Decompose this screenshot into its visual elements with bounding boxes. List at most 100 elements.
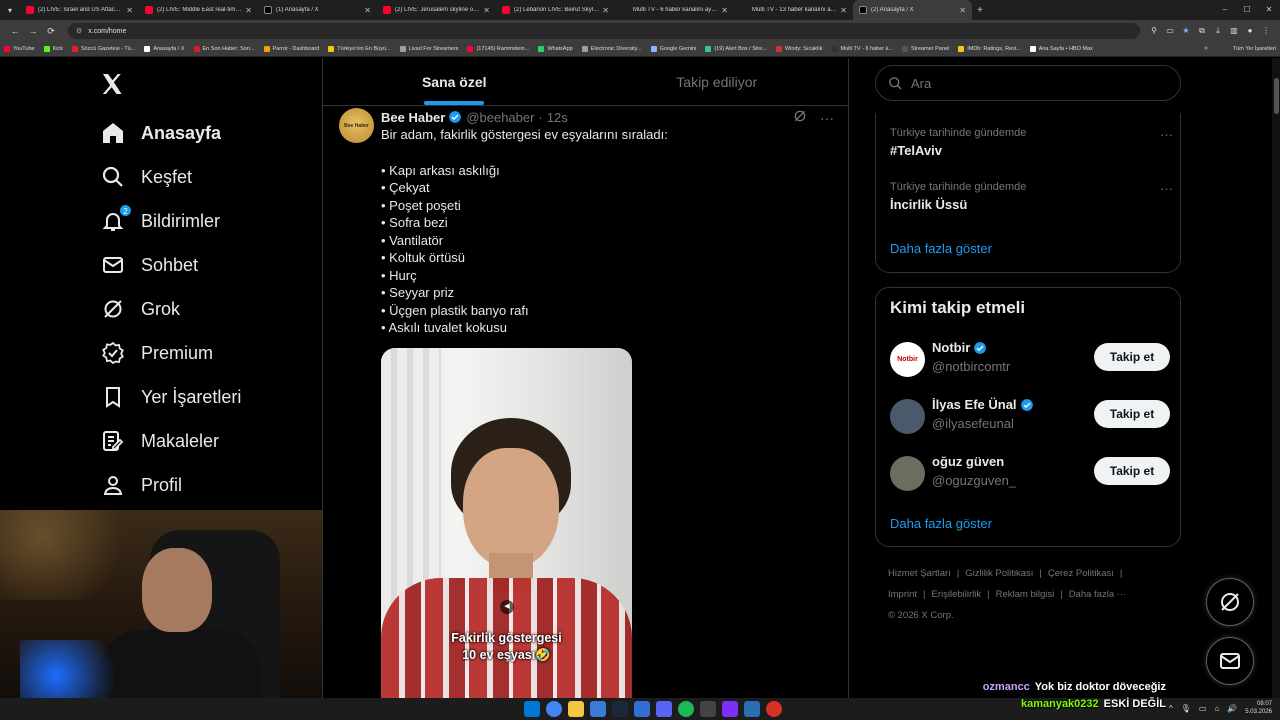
- tab-for-you[interactable]: Sana özel: [323, 58, 586, 105]
- user-name[interactable]: İlyas Efe Ünal: [932, 397, 1017, 412]
- new-tab-button[interactable]: +: [972, 5, 988, 16]
- user-handle[interactable]: @oguzguven_: [932, 473, 1016, 488]
- tweet[interactable]: Bee Haber Bee Haber @beehaber · 12s ··· …: [323, 106, 848, 698]
- tweet-author-name[interactable]: Bee Haber: [381, 110, 445, 125]
- tray-chevron-icon[interactable]: ^: [1169, 704, 1173, 713]
- tab-close-icon[interactable]: ✕: [602, 6, 609, 15]
- profile-avatar-icon[interactable]: ●: [1242, 26, 1258, 36]
- all-bookmarks-link[interactable]: Tüm Yer İşaretleri: [1233, 46, 1276, 52]
- cast-icon[interactable]: ▭: [1162, 26, 1178, 36]
- tab-following[interactable]: Takip ediliyor: [586, 58, 849, 105]
- zoom-icon[interactable]: ⚲: [1146, 26, 1162, 36]
- bookmark-item[interactable]: Electronic Diversity...: [581, 46, 642, 52]
- spotify-icon[interactable]: [678, 701, 694, 717]
- bookmark-item[interactable]: Anasayfa / X: [144, 46, 185, 52]
- app-icon[interactable]: [766, 701, 782, 717]
- who-to-follow-item[interactable]: Notbir Notbir @notbircomtr Takip et: [890, 340, 1170, 380]
- footer-link[interactable]: Hizmet Şartları: [888, 568, 951, 579]
- tab-close-icon[interactable]: ✕: [721, 6, 728, 15]
- menu-icon[interactable]: ⋮: [1258, 26, 1274, 36]
- volume-icon[interactable]: 🔊: [1227, 704, 1237, 713]
- who-to-follow-item[interactable]: oğuz güven @oguzguven_ Takip et: [890, 454, 1170, 494]
- footer-link[interactable]: Çerez Politikası: [1048, 568, 1114, 579]
- display-icon[interactable]: ▭: [1199, 704, 1207, 713]
- avatar[interactable]: Notbir: [890, 342, 925, 377]
- network-icon[interactable]: ⌂: [1214, 704, 1219, 713]
- trend-item[interactable]: Türkiye tarihinde gündemde İncirlik Üssü…: [890, 181, 1173, 212]
- search-input[interactable]: Ara: [875, 65, 1181, 101]
- folder-icon[interactable]: [568, 701, 584, 717]
- discord-icon[interactable]: [656, 701, 672, 717]
- app-icon[interactable]: [722, 701, 738, 717]
- bookmark-item[interactable]: IMDb: Ratings, Revi...: [958, 46, 1021, 52]
- bookmark-item[interactable]: YouTube: [4, 46, 35, 52]
- user-handle[interactable]: @ilyasefeunal: [932, 416, 1014, 431]
- chrome-icon[interactable]: [546, 701, 562, 717]
- follow-button[interactable]: Takip et: [1094, 400, 1170, 428]
- browser-tab[interactable]: Multi TV - 6 haber kanalını ayn... ✕: [615, 0, 734, 20]
- user-handle[interactable]: @notbircomtr: [932, 359, 1010, 374]
- avatar[interactable]: [890, 456, 925, 491]
- forward-icon[interactable]: →: [24, 26, 42, 36]
- browser-tab[interactable]: (2) Lebanon LIVE: Beirut Skylin... ✕: [496, 0, 615, 20]
- browser-tab[interactable]: (2) LIVE: Israel and US Attack Ir... ✕: [20, 0, 139, 20]
- footer-link[interactable]: Imprint: [888, 589, 917, 600]
- avatar[interactable]: [890, 399, 925, 434]
- footer-link[interactable]: Erişilebilirlik: [932, 589, 982, 600]
- browser-tab[interactable]: (1) Anasayfa / X ✕: [258, 0, 377, 20]
- tab-close-icon[interactable]: ✕: [959, 6, 966, 15]
- app-icon[interactable]: [700, 701, 716, 717]
- nav-item-mail[interactable]: Sohbet: [100, 243, 198, 287]
- bookmark-item[interactable]: Streamer Panel: [901, 46, 949, 52]
- tab-close-icon[interactable]: ✕: [840, 6, 847, 15]
- nav-item-search[interactable]: Keşfet: [100, 155, 192, 199]
- nav-item-article[interactable]: Makaleler: [100, 419, 219, 463]
- bookmark-item[interactable]: Livad For Streamers: [399, 46, 458, 52]
- back-icon[interactable]: ←: [6, 26, 24, 36]
- bookmark-item[interactable]: Türkiye'nin En Büyü...: [328, 46, 391, 52]
- browser-tab[interactable]: Multi TV - 13 haber kanalını ayn... ✕: [734, 0, 853, 20]
- bookmark-item[interactable]: Multi TV - 6 haber k...: [831, 46, 893, 52]
- minimize-icon[interactable]: –: [1214, 0, 1236, 20]
- x-logo-icon[interactable]: [100, 72, 126, 98]
- tab-search-icon[interactable]: ▾: [0, 0, 20, 20]
- nav-item-bell[interactable]: 2 Bildirimler: [100, 199, 220, 243]
- show-more-trends-link[interactable]: Daha fazla göster: [890, 241, 992, 256]
- follow-button[interactable]: Takip et: [1094, 343, 1170, 371]
- footer-link[interactable]: Daha fazla ···: [1069, 589, 1127, 600]
- maximize-icon[interactable]: ☐: [1236, 0, 1258, 20]
- extensions-icon[interactable]: ⧉: [1194, 26, 1210, 36]
- reload-icon[interactable]: ⟳: [42, 26, 60, 37]
- who-to-follow-item[interactable]: İlyas Efe Ünal @ilyasefeunal Takip et: [890, 397, 1170, 437]
- more-options-icon[interactable]: ···: [820, 110, 834, 126]
- tab-close-icon[interactable]: ✕: [245, 6, 252, 15]
- tweet-time[interactable]: 12s: [547, 110, 568, 125]
- downloads-icon[interactable]: ⤓: [1210, 26, 1226, 36]
- bookmark-item[interactable]: (17145) Rammstein...: [467, 46, 529, 52]
- nav-item-bookmark[interactable]: Yer İşaretleri: [100, 375, 241, 419]
- browser-tab[interactable]: (2) LIVE: Middle East real-time ... ✕: [139, 0, 258, 20]
- tweet-author-handle[interactable]: @beehaber: [466, 110, 534, 125]
- sidebar-icon[interactable]: ▥: [1226, 26, 1242, 36]
- bookmark-item[interactable]: (19) Alert Box / Stre...: [705, 46, 767, 52]
- grok-fab-button[interactable]: [1206, 578, 1254, 626]
- tab-close-icon[interactable]: ✕: [126, 6, 133, 15]
- app-icon[interactable]: [634, 701, 650, 717]
- page-scrollbar[interactable]: [1272, 58, 1280, 698]
- messages-fab-button[interactable]: [1206, 637, 1254, 685]
- trend-item[interactable]: Türkiye tarihinde gündemde #TelAviv ···: [890, 127, 1173, 158]
- nav-item-profile[interactable]: Profil: [100, 463, 182, 507]
- microphone-icon[interactable]: 🎙: [1181, 704, 1191, 713]
- user-name[interactable]: oğuz güven: [932, 454, 1004, 469]
- close-window-icon[interactable]: ✕: [1258, 0, 1280, 20]
- nav-item-home[interactable]: Anasayfa: [100, 111, 221, 155]
- bookmark-item[interactable]: WhatsApp: [538, 46, 573, 52]
- bookmark-item[interactable]: Sözcü Gazetesi - Tü...: [72, 46, 135, 52]
- tweet-video[interactable]: ◀ Fakirlik göstergesi 10 ev eşyası🤣: [381, 348, 632, 698]
- browser-tab[interactable]: (2) Anasayfa / X ✕: [853, 0, 972, 20]
- footer-link[interactable]: Gizlilik Politikası: [965, 568, 1033, 579]
- tweet-avatar[interactable]: Bee Haber: [339, 108, 374, 143]
- steam-icon[interactable]: [612, 701, 628, 717]
- nav-item-premium[interactable]: Premium: [100, 331, 213, 375]
- tab-close-icon[interactable]: ✕: [483, 6, 490, 15]
